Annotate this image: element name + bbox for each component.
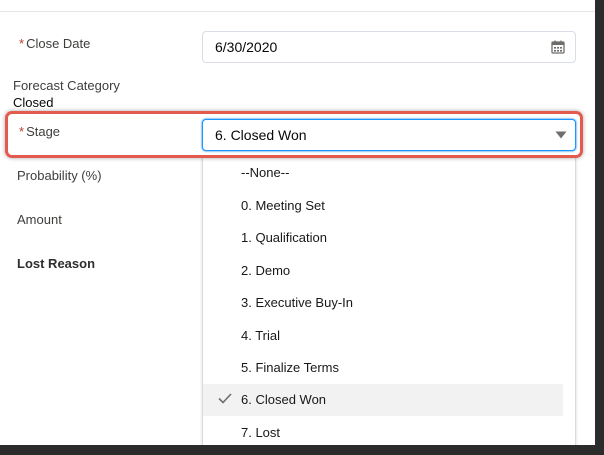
close-date-label-text: Close Date — [26, 36, 91, 51]
option-label: --None-- — [241, 165, 290, 180]
option-label: 3. Executive Buy-In — [241, 295, 353, 310]
check-icon — [218, 393, 232, 404]
forecast-category-label: Forecast Category — [13, 78, 120, 93]
close-date-label: * Close Date — [19, 36, 90, 51]
option-label: 0. Meeting Set — [241, 198, 325, 213]
stage-option-demo[interactable]: 2. Demo — [203, 255, 563, 287]
close-date-field[interactable]: 6/30/2020 — [202, 31, 576, 63]
close-date-value: 6/30/2020 — [215, 39, 278, 55]
stage-option-finalize-terms[interactable]: 5. Finalize Terms — [203, 352, 563, 384]
option-label: 5. Finalize Terms — [241, 360, 340, 375]
option-label: 2. Demo — [241, 263, 291, 278]
stage-option-executive-buy-in[interactable]: 3. Executive Buy-In — [203, 287, 563, 319]
calendar-icon[interactable] — [551, 40, 565, 54]
option-label: 1. Qualification — [241, 230, 327, 245]
stage-highlight-annotation — [5, 111, 583, 158]
option-label: 4. Trial — [241, 328, 281, 343]
stage-dropdown-list: --None-- 0. Meeting Set 1. Qualification… — [202, 156, 576, 445]
option-label: 6. Closed Won — [241, 392, 327, 407]
option-label: 7. Lost — [241, 425, 281, 440]
stage-option-trial[interactable]: 4. Trial — [203, 320, 563, 352]
lost-reason-label: Lost Reason — [17, 256, 96, 271]
probability-label: Probability (%) — [17, 168, 102, 183]
opportunity-edit-panel: * Close Date 6/30/2020 Forecast Category … — [0, 0, 595, 445]
stage-option-qualification[interactable]: 1. Qualification — [203, 222, 563, 254]
stage-option-none[interactable]: --None-- — [203, 157, 563, 189]
stage-option-meeting-set[interactable]: 0. Meeting Set — [203, 190, 563, 222]
stage-option-closed-won[interactable]: 6. Closed Won — [203, 384, 563, 416]
stage-option-lost[interactable]: 7. Lost — [203, 417, 563, 445]
divider — [0, 11, 595, 12]
forecast-category-value: Closed — [13, 95, 54, 110]
required-marker: * — [19, 36, 25, 51]
amount-label: Amount — [17, 212, 62, 227]
